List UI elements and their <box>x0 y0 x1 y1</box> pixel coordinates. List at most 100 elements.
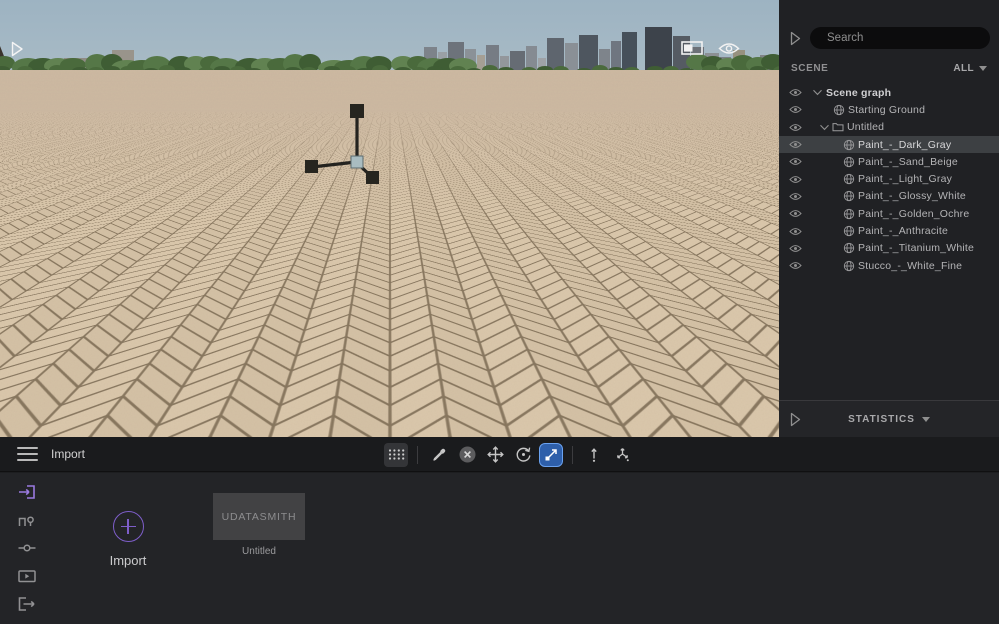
toolbar: Import <box>0 437 999 472</box>
statistics-bar[interactable]: STATISTICS <box>779 400 999 437</box>
scene-tree-item[interactable]: Paint_-_Light_Gray <box>779 170 999 187</box>
visibility-toggle-icon[interactable] <box>718 42 740 55</box>
dock-export-icon[interactable] <box>14 593 40 615</box>
import-add-label: Import <box>109 553 147 568</box>
move-icon <box>486 446 504 463</box>
scene-tree-item-label: Starting Ground <box>848 103 926 116</box>
import-add-button[interactable]: Import <box>96 511 160 568</box>
city-skyline <box>0 27 780 74</box>
object-icon <box>843 260 855 272</box>
scene-tree-item-label: Paint_-_Anthracite <box>858 225 948 238</box>
visibility-eye-icon[interactable] <box>789 105 802 114</box>
viewport-3d[interactable] <box>0 0 780 437</box>
toolbar-divider <box>572 445 573 464</box>
visibility-eye-icon[interactable] <box>789 175 802 184</box>
dock-sidebar <box>14 481 40 615</box>
scene-tree-item[interactable]: Paint_-_Anthracite <box>779 222 999 239</box>
scene-tree-item[interactable]: Paint_-_Sand_Beige <box>779 153 999 170</box>
chevron-down-icon <box>921 416 930 422</box>
visibility-eye-icon[interactable] <box>789 209 802 218</box>
scale-icon <box>545 449 557 461</box>
scene-tree-item-label: Paint_-_Light_Gray <box>858 173 953 186</box>
circle-x-icon <box>459 446 475 463</box>
scene-tree-item[interactable]: Starting Ground <box>779 101 999 118</box>
object-icon <box>843 156 855 168</box>
scene-tree-item-label: Paint_-_Glossy_White <box>858 190 966 203</box>
viewport-ground <box>0 70 780 437</box>
asset-card-udatasmith[interactable]: UDATASMITH Untitled <box>213 493 305 557</box>
scale-gizmo[interactable] <box>296 98 386 190</box>
gizmo-handle-front[interactable] <box>366 171 379 184</box>
scale-tool[interactable] <box>539 442 563 467</box>
vertical-arrow-dot-icon <box>591 448 597 462</box>
scene-tree-item-label: Stucco_-_White_Fine <box>858 259 963 272</box>
dock-links-icon[interactable] <box>14 537 40 559</box>
scene-tree-item[interactable]: Paint_-_Titanium_White <box>779 240 999 257</box>
local-axis-tool[interactable] <box>582 443 606 467</box>
rotate-tool[interactable] <box>511 443 535 467</box>
scene-section-label: SCENE <box>791 62 829 74</box>
asset-thumbnail[interactable]: UDATASMITH <box>213 493 305 540</box>
scene-tree-item-label: Paint_-_Sand_Beige <box>858 155 958 168</box>
scene-tree-item[interactable]: Stucco_-_White_Fine <box>779 257 999 274</box>
visibility-eye-icon[interactable] <box>789 140 802 149</box>
scene-tree-item[interactable]: Untitled <box>779 119 999 136</box>
plus-circle-icon[interactable] <box>112 511 144 542</box>
move-tool[interactable] <box>483 443 507 467</box>
visibility-eye-icon[interactable] <box>789 123 802 132</box>
scene-tree-item-label: Untitled <box>847 121 885 134</box>
scene-graph-tree: Scene graph Starting Ground Untitled Paint_… <box>779 84 999 274</box>
gizmo-handle-left[interactable] <box>305 160 318 173</box>
expander-chevron-icon[interactable] <box>812 89 823 96</box>
dot-grid-icon <box>388 449 404 460</box>
gizmo-center-cube[interactable] <box>350 155 364 169</box>
object-icon <box>843 208 855 220</box>
visibility-eye-icon[interactable] <box>789 227 802 236</box>
gizmo-handle-up[interactable] <box>350 104 364 118</box>
visibility-eye-icon[interactable] <box>789 88 802 97</box>
rotate-icon <box>516 447 530 462</box>
toolbar-title: Import <box>51 447 86 461</box>
expander-chevron-icon[interactable] <box>819 124 830 131</box>
collapse-statistics-icon[interactable] <box>790 412 801 427</box>
import-panel: Import UDATASMITH Untitled <box>0 473 999 624</box>
scene-filter-value: ALL <box>953 62 974 74</box>
search-box[interactable] <box>810 27 990 49</box>
statistics-label: STATISTICS <box>848 413 915 425</box>
visibility-eye-icon[interactable] <box>789 192 802 201</box>
scene-tree-item[interactable]: Paint_-_Dark_Gray <box>779 135 999 154</box>
collapse-left-icon[interactable] <box>11 41 24 57</box>
object-icon <box>843 190 855 202</box>
object-icon <box>843 173 855 185</box>
search-input[interactable] <box>825 31 983 45</box>
deselect-tool[interactable] <box>455 443 479 467</box>
scene-tree-item-label: Paint_-_Dark_Gray <box>858 138 952 151</box>
scene-tree-item-label: Paint_-_Titanium_White <box>858 242 975 255</box>
scene-tree-item[interactable]: Scene graph <box>779 84 999 101</box>
object-icon <box>843 139 855 151</box>
collapse-panel-icon[interactable] <box>790 31 801 46</box>
dock-media-icon[interactable] <box>14 565 40 587</box>
scene-tree-item[interactable]: Paint_-_Glossy_White <box>779 188 999 205</box>
object-icon <box>843 225 855 237</box>
object-icon <box>833 104 845 116</box>
object-icon <box>843 242 855 254</box>
menu-icon[interactable] <box>17 447 38 461</box>
visibility-eye-icon[interactable] <box>789 157 802 166</box>
scene-filter-dropdown[interactable]: ALL <box>953 63 987 74</box>
scene-panel: SCENE ALL Scene graph Starting Ground Unti… <box>779 0 999 437</box>
visibility-eye-icon[interactable] <box>789 261 802 270</box>
asset-name-label: Untitled <box>242 546 276 557</box>
eyedropper-tool[interactable] <box>427 443 451 467</box>
visibility-eye-icon[interactable] <box>789 244 802 253</box>
folder-icon <box>832 122 844 132</box>
world-axis-tool[interactable] <box>610 443 634 467</box>
scene-tree-item[interactable]: Paint_-_Golden_Ochre <box>779 205 999 222</box>
dock-import-icon[interactable] <box>14 481 40 503</box>
scene-tree-item-label: Paint_-_Golden_Ochre <box>858 207 970 220</box>
chevron-down-icon <box>979 65 987 71</box>
asset-format-label: UDATASMITH <box>221 510 297 523</box>
dock-objects-icon[interactable] <box>14 509 40 531</box>
snap-grid-tool[interactable] <box>384 442 408 467</box>
panel-toggle-icon[interactable] <box>681 41 703 55</box>
